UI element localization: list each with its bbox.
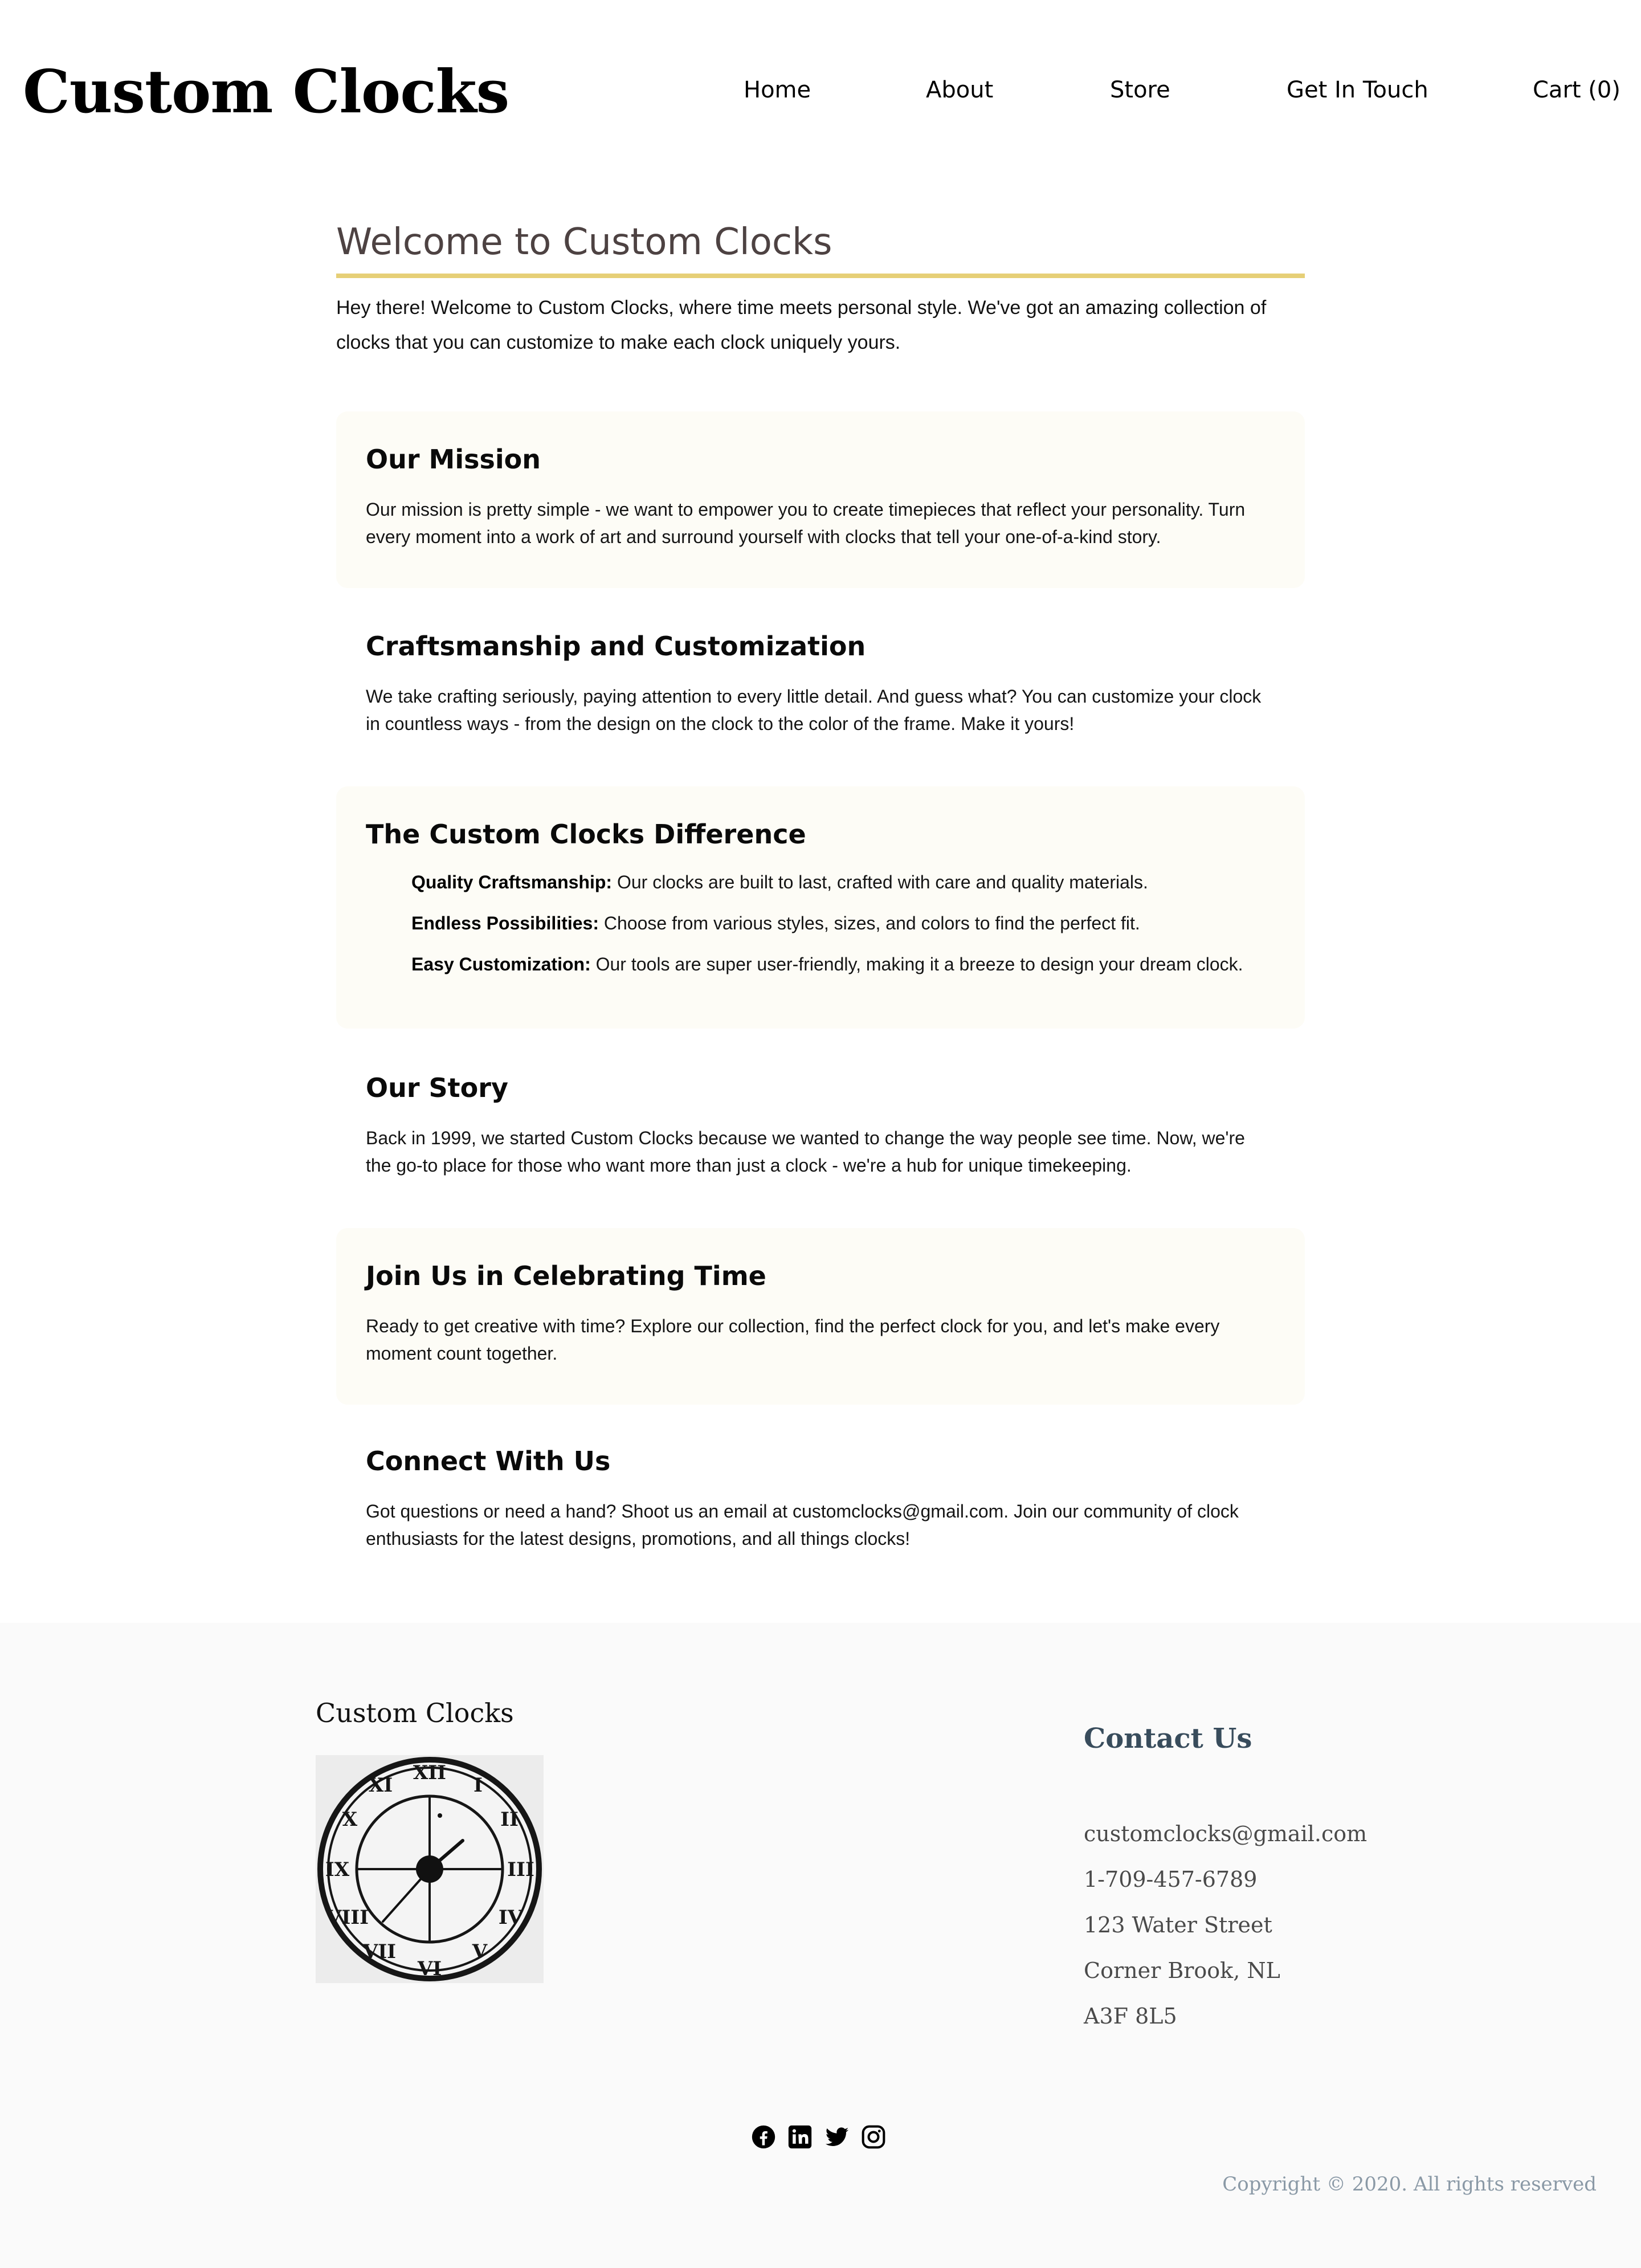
section-connect: Connect With Us Got questions or need a … xyxy=(336,1413,1305,1590)
section-craftsmanship: Craftsmanship and Customization We take … xyxy=(336,598,1305,775)
section-body: Our mission is pretty simple - we want t… xyxy=(366,499,1246,547)
list-item-label: Endless Possibilities: xyxy=(411,913,599,933)
linkedin-icon[interactable] xyxy=(787,2124,813,2149)
main-nav: Home About Store Get In Touch Cart (0) xyxy=(0,73,1641,107)
section-title: Our Story xyxy=(366,1072,508,1103)
list-item-label: Quality Craftsmanship: xyxy=(411,872,613,892)
section-body: Back in 1999, we started Custom Clocks b… xyxy=(366,1128,1245,1176)
nav-cart[interactable]: Cart (0) xyxy=(1533,73,1620,107)
contact-phone[interactable]: 1-709-457-6789 xyxy=(1084,1857,1367,1902)
list-item-label: Easy Customization: xyxy=(411,954,591,974)
svg-text:V: V xyxy=(472,1940,488,1963)
svg-text:II: II xyxy=(500,1808,519,1831)
nav-store[interactable]: Store xyxy=(1110,73,1170,107)
section-body: We take crafting seriously, paying atten… xyxy=(366,686,1262,734)
contact-postal: A3F 8L5 xyxy=(1084,2004,1177,2029)
section-story: Our Story Back in 1999, we started Custo… xyxy=(336,1040,1305,1217)
list-item-text: Our tools are super user-friendly, makin… xyxy=(590,954,1243,974)
copyright-text: Copyright © 2020. All rights reserved xyxy=(1222,2173,1597,2196)
intro-text: Hey there! Welcome to Custom Clocks, whe… xyxy=(336,297,1267,353)
svg-text:IV: IV xyxy=(499,1906,523,1929)
main-content: Welcome to Custom Clocks Hey there! Welc… xyxy=(336,211,1305,1549)
nav-about[interactable]: About xyxy=(926,73,993,107)
site-header: Custom Clocks Home About Store Get In To… xyxy=(0,0,1641,188)
svg-text:VI: VI xyxy=(417,1957,442,1980)
section-body: Got questions or need a hand? Shoot us a… xyxy=(366,1501,1239,1549)
svg-text:XII: XII xyxy=(413,1761,446,1784)
list-item-text: Our clocks are built to last, crafted wi… xyxy=(612,872,1148,892)
list-item: Endless Possibilities: Choose from vario… xyxy=(411,909,1275,937)
section-body: Ready to get creative with time? Explore… xyxy=(366,1316,1220,1364)
section-title: Connect With Us xyxy=(366,1446,611,1476)
svg-text:IX: IX xyxy=(325,1858,350,1881)
contact-list: customclocks@gmail.com 1-709-457-6789 12… xyxy=(1084,1811,1367,2039)
section-difference: The Custom Clocks Difference Quality Cra… xyxy=(336,786,1305,1029)
site-footer: Custom Clocks XII I II III IV V VI VII V… xyxy=(0,1623,1641,2268)
footer-brand: Custom Clocks xyxy=(316,1698,514,1728)
contact-title: Contact Us xyxy=(1084,1723,1252,1755)
nav-home[interactable]: Home xyxy=(744,73,811,107)
page-title: Welcome to Custom Clocks xyxy=(336,211,1305,278)
svg-text:I: I xyxy=(473,1774,483,1797)
contact-email[interactable]: customclocks@gmail.com xyxy=(1084,1811,1367,1857)
section-title: The Custom Clocks Difference xyxy=(366,819,806,850)
difference-list: Quality Craftsmanship: Our clocks are bu… xyxy=(366,868,1275,978)
list-item-text: Choose from various styles, sizes, and c… xyxy=(599,913,1140,933)
contact-city: Corner Brook, NL xyxy=(1084,1958,1280,1983)
section-join: Join Us in Celebrating Time Ready to get… xyxy=(336,1228,1305,1405)
contact-street: 123 Water Street xyxy=(1084,1912,1272,1937)
list-item: Easy Customization: Our tools are super … xyxy=(411,951,1275,978)
section-mission: Our Mission Our mission is pretty simple… xyxy=(336,411,1305,588)
nav-get-in-touch[interactable]: Get In Touch xyxy=(1287,73,1428,107)
twitter-icon[interactable] xyxy=(824,2124,850,2149)
svg-text:III: III xyxy=(507,1858,534,1881)
svg-text:X: X xyxy=(342,1808,358,1831)
facebook-icon[interactable] xyxy=(751,2124,776,2149)
svg-text:XI: XI xyxy=(369,1774,393,1797)
section-title: Craftsmanship and Customization xyxy=(366,631,866,662)
section-title: Join Us in Celebrating Time xyxy=(366,1261,766,1291)
section-title: Our Mission xyxy=(366,444,541,475)
instagram-icon[interactable] xyxy=(861,2124,886,2149)
svg-text:VIII: VIII xyxy=(326,1906,369,1929)
svg-text:VII: VII xyxy=(362,1940,396,1963)
list-item: Quality Craftsmanship: Our clocks are bu… xyxy=(411,868,1275,896)
wall-clock-icon: XII I II III IV V VI VII VIII IX X XI xyxy=(316,1755,544,1983)
social-links xyxy=(751,2124,895,2153)
